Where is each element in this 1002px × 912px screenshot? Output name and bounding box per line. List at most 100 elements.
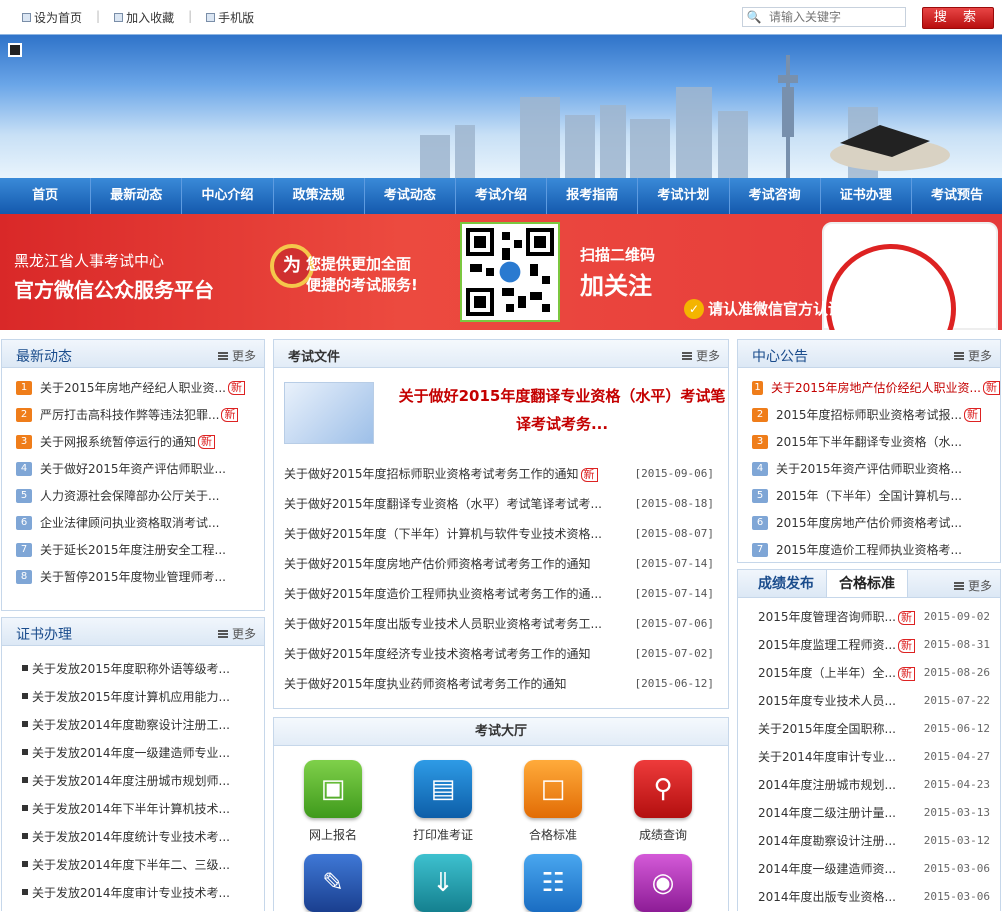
list-item[interactable]: 6 企业法律顾问执业资格取消考试... [16, 509, 264, 536]
tab-score-release[interactable]: 成绩发布 [738, 570, 826, 597]
list-item[interactable]: 6 2015年度房地产估价师资格考试... [752, 509, 1000, 536]
list-icon [953, 581, 964, 590]
more-link[interactable]: 更多 [953, 577, 992, 594]
notice-list: 1 关于2015年房地产估价经纪人职业资... 新 2 2015年度招标师职业资格考试… [738, 368, 1000, 563]
new-badge: 新 [897, 638, 915, 653]
list-item[interactable]: 2014年度勘察设计注册... 2015-03-12 [758, 826, 1000, 854]
list-item[interactable]: 2014年度注册城市规划... 2015-04-23 [758, 770, 1000, 798]
list-item[interactable]: 4 关于做好2015年资产评估师职业... [16, 455, 264, 482]
qr-code-icon [466, 228, 554, 316]
panel-title: 中心公告 [752, 349, 808, 365]
list-icon [217, 629, 228, 638]
list-item[interactable]: 8 关于暂停2015年度物业管理师考... [16, 563, 264, 590]
online-register-button[interactable]: ▣ 网上报名 [293, 760, 373, 843]
wechat-banner[interactable]: 黑龙江省人事考试中心 官方微信公众服务平台 为 您提供更加全面 便捷的考试服务!… [0, 214, 1002, 330]
download-button[interactable]: ⇓ [403, 854, 483, 912]
exam-hall-title: 考试大厅 [274, 718, 728, 746]
search-button[interactable]: 搜 索 [922, 7, 994, 29]
nav-latest[interactable]: 最新动态 [91, 178, 183, 214]
search-input[interactable] [765, 8, 899, 26]
new-badge: 新 [963, 407, 981, 422]
bookmark-icon [114, 13, 124, 22]
nav-consult[interactable]: 考试咨询 [730, 178, 821, 214]
list-item[interactable]: 2014年度一级建造师资... 2015-03-06 [758, 854, 1000, 882]
list-item[interactable]: 关于做好2015年度翻译专业资格（水平）考试笔译考试考... [2015-08-1… [284, 488, 728, 518]
list-item[interactable]: 1 关于2015年房地产估价经纪人职业资... 新 [752, 374, 1000, 401]
city-skyline [420, 55, 950, 178]
list-item[interactable]: 7 2015年度造价工程师执业资格考... [752, 536, 1000, 563]
list-item[interactable]: 关于做好2015年度出版专业技术人员职业资格考试考务工... [2015-07-0… [284, 608, 728, 638]
exam-hall-panel: 考试大厅 ▣ 网上报名 ▤ 打印准考证 □ 合格标准 ⚲ 成绩查询 ✎ ⇓ ☷ … [273, 717, 729, 912]
list-item[interactable]: 关于发放2014年度一级建造师专业... [22, 738, 264, 766]
list-item[interactable]: 1 关于2015年房地产经纪人职业资... 新 [16, 374, 264, 401]
nav-certificate[interactable]: 证书办理 [821, 178, 912, 214]
panel-title: 证书办理 [16, 627, 72, 643]
scan-text: 扫描二维码 [580, 246, 656, 264]
list-item[interactable]: 2015年度专业技术人员... 2015-07-22 [758, 686, 1000, 714]
list-item[interactable]: 5 2015年（下半年）全国计算机与... [752, 482, 1000, 509]
list-item[interactable]: 关于做好2015年度（下半年）计算机与软件专业技术资格... [2015-08-0… [284, 518, 728, 548]
certificate-list: 关于发放2015年度职称外语等级考... 关于发放2015年度计算机应用能力..… [2, 646, 264, 906]
list-item[interactable]: 关于2015年度全国职称... 2015-06-12 [758, 714, 1000, 742]
list-item[interactable]: 关于2014年度审计专业... 2015-04-27 [758, 742, 1000, 770]
list-icon [217, 351, 228, 360]
list-item[interactable]: 3 关于网报系统暂停运行的通知新 [16, 428, 264, 455]
list-item[interactable]: 关于做好2015年度招标师职业资格考试考务工作的通知新 [2015-09-06] [284, 458, 728, 488]
score-query-button[interactable]: ⚲ 成绩查询 [623, 760, 703, 843]
list-item[interactable]: 2015年度监理工程师资... 新 2015-08-31 [758, 630, 1000, 658]
list-item[interactable]: 2015年度（上半年）全... 新 2015-08-26 [758, 658, 1000, 686]
add-favorite-link[interactable]: 加入收藏 [114, 9, 174, 26]
list-item[interactable]: 关于发放2015年度职称外语等级考... [22, 654, 264, 682]
list-item[interactable]: 关于发放2014年度审计专业技术考... [22, 878, 264, 906]
nav-plan[interactable]: 考试计划 [638, 178, 730, 214]
list-item[interactable]: 4 关于2015年资产评估师职业资格... [752, 455, 1000, 482]
scores-list: 2015年度管理咨询师职... 新 2015-09-02 2015年度监理工程师资.… [738, 598, 1000, 910]
list-item[interactable]: 关于发放2014年度勘察设计注册工... [22, 710, 264, 738]
nav-exam-intro[interactable]: 考试介绍 [456, 178, 548, 214]
list-item[interactable]: 关于发放2014年度下半年二、三级... [22, 850, 264, 878]
nav-home[interactable]: 首页 [0, 178, 92, 214]
platform-title: 官方微信公众服务平台 [14, 278, 214, 302]
mobile-link[interactable]: 手机版 [206, 9, 254, 26]
camera-icon: ◉ [634, 854, 692, 912]
feature-thumbnail[interactable] [284, 382, 374, 444]
tab-pass-standard[interactable]: 合格标准 [826, 570, 908, 597]
feature-headline[interactable]: 关于做好2015年度翻译专业资格（水平）考试笔译考试考务... [392, 382, 732, 438]
list-item[interactable]: 关于发放2014年度注册城市规划师... [22, 766, 264, 794]
list-item[interactable]: 关于发放2014年下半年计算机技术... [22, 794, 264, 822]
more-link[interactable]: 更多 [681, 347, 720, 364]
camera-button[interactable]: ◉ [623, 854, 703, 912]
nav-about[interactable]: 中心介绍 [182, 178, 274, 214]
more-link[interactable]: 更多 [217, 625, 256, 642]
list-item[interactable]: 5 人力资源社会保障部办公厅关于... [16, 482, 264, 509]
pass-standard-button[interactable]: □ 合格标准 [513, 760, 593, 843]
list-item[interactable]: 关于做好2015年度执业药师资格考试考务工作的通知 [2015-06-12] [284, 668, 728, 698]
list-item[interactable]: 关于做好2015年度经济专业技术资格考试考务工作的通知 [2015-07-02] [284, 638, 728, 668]
list-item[interactable]: 关于做好2015年度造价工程师执业资格考试考务工作的通... [2015-07-1… [284, 578, 728, 608]
more-link[interactable]: 更多 [953, 347, 992, 364]
edit-button[interactable]: ✎ [293, 854, 373, 912]
list-item[interactable]: 7 关于延长2015年度注册安全工程... [16, 536, 264, 563]
list-item[interactable]: 2015年度管理咨询师职... 新 2015-09-02 [758, 602, 1000, 630]
list-item[interactable]: 2 2015年度招标师职业资格考试报... 新 [752, 401, 1000, 428]
list-item[interactable]: 2014年度出版专业资格... 2015-03-06 [758, 882, 1000, 910]
search-icon: ⚲ [634, 760, 692, 818]
list-item[interactable]: 关于发放2014年度统计专业技术考... [22, 822, 264, 850]
nav-preview[interactable]: 考试预告 [912, 178, 1002, 214]
list-item[interactable]: 2014年度二级注册计量... 2015-03-13 [758, 798, 1000, 826]
set-home-link[interactable]: 设为首页 [22, 9, 82, 26]
cart-icon: ☷ [524, 854, 582, 912]
new-badge: 新 [221, 407, 239, 422]
more-link[interactable]: 更多 [217, 347, 256, 364]
list-item[interactable]: 3 2015年下半年翻译专业资格（水... [752, 428, 1000, 455]
nav-policy[interactable]: 政策法规 [274, 178, 365, 214]
nav-exam-news[interactable]: 考试动态 [365, 178, 456, 214]
cart-button[interactable]: ☷ [513, 854, 593, 912]
list-item[interactable]: 2 严厉打击高科技作弊等违法犯罪... 新 [16, 401, 264, 428]
panel-title: 最新动态 [16, 349, 72, 365]
list-item[interactable]: 关于发放2015年度计算机应用能力... [22, 682, 264, 710]
list-item[interactable]: 关于做好2015年度房地产估价师资格考试考务工作的通知 [2015-07-14] [284, 548, 728, 578]
wechat-slogan: 您提供更加全面 便捷的考试服务! [306, 255, 418, 294]
print-ticket-button[interactable]: ▤ 打印准考证 [403, 760, 483, 843]
nav-guide[interactable]: 报考指南 [547, 178, 639, 214]
